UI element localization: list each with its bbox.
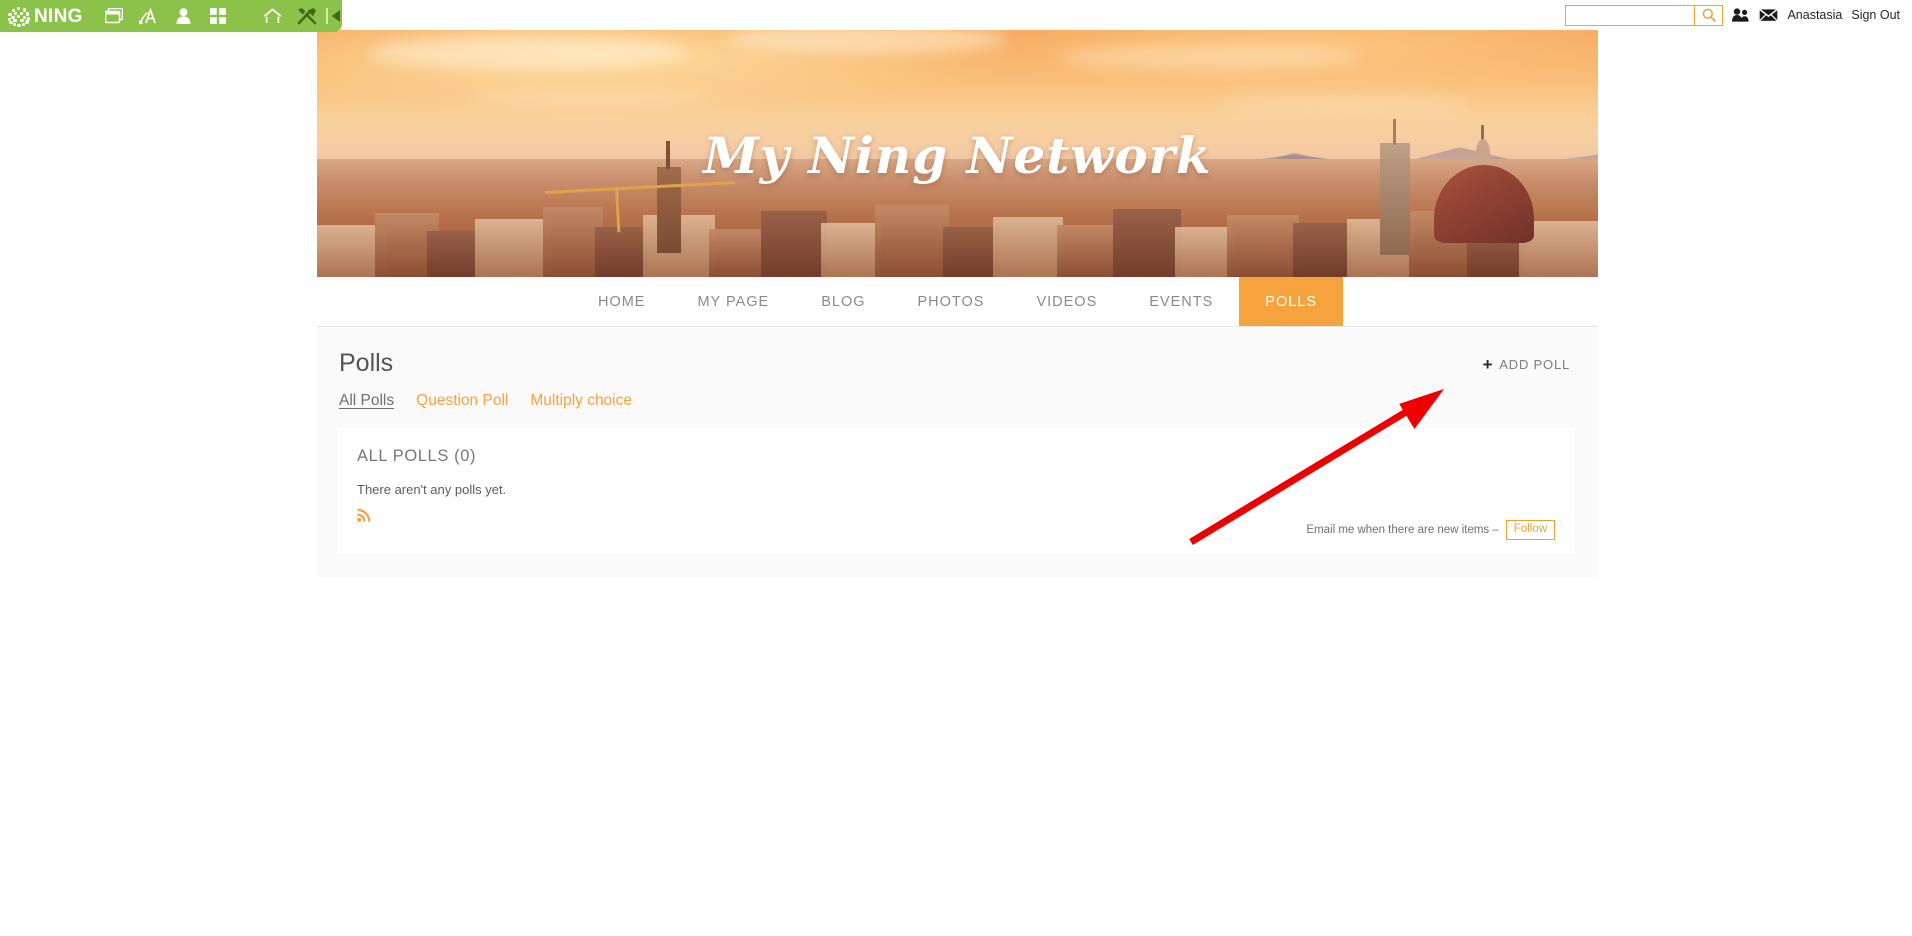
nav-item-photos[interactable]: PHOTOS — [892, 277, 1011, 326]
polls-subtabs: All Polls Question Poll Multiply choice — [317, 378, 1598, 410]
subtab-all-polls[interactable]: All Polls — [339, 392, 394, 410]
banner-cloud — [368, 36, 689, 70]
ning-dots-icon — [7, 6, 31, 27]
empty-state-text: There aren't any polls yet. — [357, 482, 507, 497]
admin-bar-divider — [325, 8, 328, 24]
rss-icon[interactable] — [357, 507, 372, 522]
all-polls-card: ALL POLLS (0) There aren't any polls yet… — [337, 427, 1575, 554]
search-icon — [1702, 8, 1716, 22]
search-input[interactable] — [1566, 5, 1695, 25]
search-box[interactable] — [1565, 4, 1724, 26]
members-icon[interactable] — [1732, 8, 1750, 22]
card-heading: ALL POLLS (0) — [357, 447, 477, 465]
ning-wordmark: NING — [34, 5, 83, 27]
subtab-multiply-choice[interactable]: Multiply choice — [530, 392, 632, 410]
polls-page: Polls + ADD POLL All Polls Question Poll… — [317, 328, 1598, 577]
banner-title: My Ning Network — [703, 126, 1212, 185]
add-poll-label: ADD POLL — [1499, 357, 1570, 372]
nav-item-home[interactable]: HOME — [572, 277, 672, 326]
top-right-utilities: Anastasia Sign Out — [1565, 0, 1900, 30]
polls-page-header: Polls + ADD POLL — [317, 328, 1598, 378]
plus-icon: + — [1482, 355, 1494, 374]
home-icon[interactable] — [261, 4, 286, 28]
ning-logo[interactable]: NING — [7, 5, 83, 27]
banner-cloud — [1213, 92, 1474, 112]
nav-item-events[interactable]: EVENTS — [1123, 277, 1239, 326]
mail-icon[interactable] — [1759, 8, 1779, 22]
nav-item-blog[interactable]: BLOG — [795, 277, 891, 326]
search-button[interactable] — [1694, 5, 1723, 25]
site-banner: My Ning Network — [317, 30, 1598, 277]
person-icon[interactable] — [171, 4, 196, 28]
sign-out-link[interactable]: Sign Out — [1851, 8, 1900, 22]
nav-item-my-page[interactable]: MY PAGE — [671, 277, 795, 326]
tools-icon[interactable] — [295, 4, 320, 28]
main-navigation: HOME MY PAGE BLOG PHOTOS VIDEOS EVENTS P… — [317, 277, 1598, 327]
apps-grid-icon[interactable] — [205, 4, 230, 28]
appearance-icon[interactable] — [136, 4, 161, 28]
banner-cloud — [470, 88, 711, 106]
user-name-link[interactable]: Anastasia — [1787, 8, 1842, 22]
follow-button[interactable]: Follow — [1505, 520, 1555, 540]
nav-item-videos[interactable]: VIDEOS — [1010, 277, 1123, 326]
collapse-left-icon[interactable] — [331, 4, 342, 28]
page-title: Polls — [339, 349, 394, 377]
ning-admin-bar: NING — [0, 0, 342, 32]
follow-label: Email me when there are new items – — [1306, 524, 1499, 537]
add-poll-button[interactable]: + ADD POLL — [1483, 356, 1570, 373]
banner-cloud — [1059, 44, 1360, 70]
follow-area: Email me when there are new items – Foll… — [1306, 520, 1555, 540]
nav-item-polls[interactable]: POLLS — [1239, 277, 1344, 326]
screens-icon[interactable] — [102, 4, 127, 28]
subtab-question-poll[interactable]: Question Poll — [416, 392, 508, 410]
